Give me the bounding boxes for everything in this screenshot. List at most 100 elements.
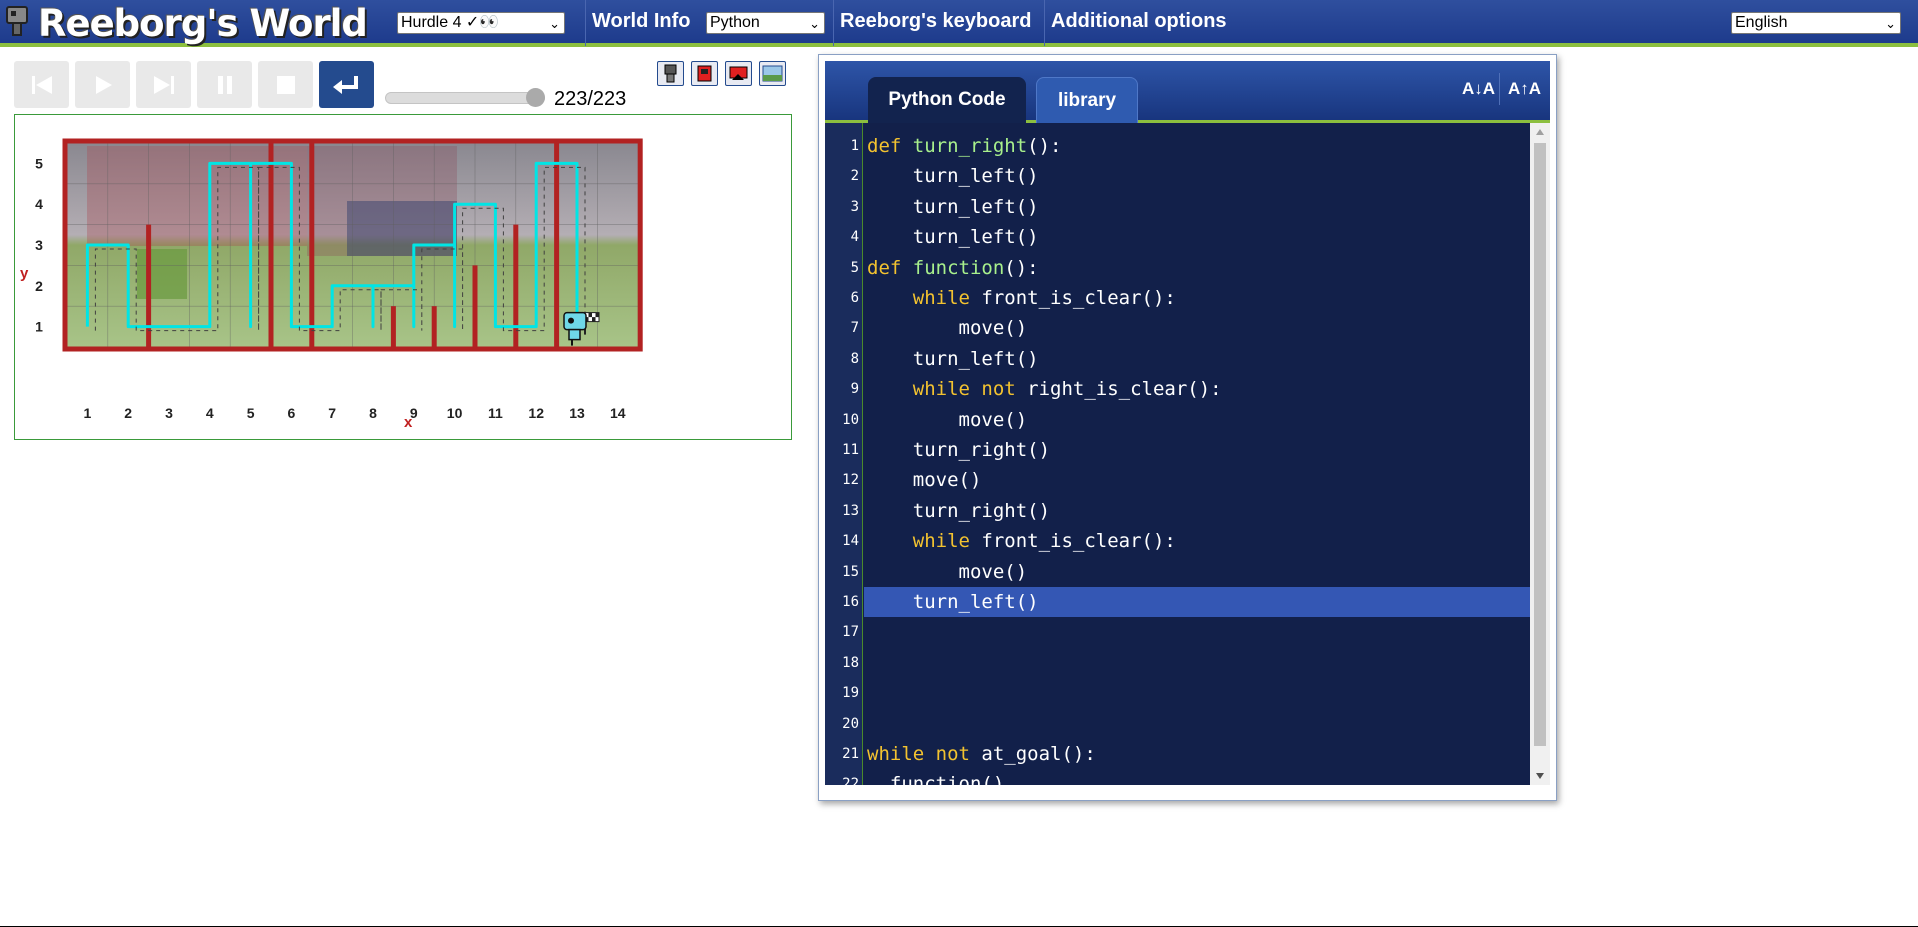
robot-model-button[interactable] [657, 61, 684, 86]
tab-python-code[interactable]: Python Code [868, 77, 1026, 123]
code-text: turn_left() [867, 165, 1039, 188]
code-line: function() [867, 769, 1004, 785]
pause-button[interactable] [197, 61, 252, 108]
reeborg-keyboard-button[interactable]: Reeborg's keyboard [840, 10, 1031, 33]
stop-button[interactable] [258, 61, 313, 108]
goal-flag-check [588, 312, 592, 318]
x-tick-label: 2 [124, 405, 132, 421]
code-keyword: def [867, 135, 913, 157]
step-counter: 223/223 [554, 88, 627, 110]
line-number: 2 [850, 168, 859, 185]
additional-options-button[interactable]: Additional options [1051, 10, 1227, 33]
robot-icon [664, 64, 677, 83]
editor-scrollbar-thumb[interactable] [1534, 143, 1546, 746]
line-number: 21 [842, 746, 859, 762]
x-tick-label: 14 [610, 405, 626, 421]
menu-divider [1044, 0, 1045, 46]
code-text: front_is_clear(): [981, 530, 1176, 553]
code-function-name: function [912, 256, 1005, 279]
play-icon [96, 76, 112, 94]
code-text: move() [867, 469, 982, 492]
line-number: 16 [842, 594, 859, 610]
code-text: turn_left() [867, 195, 1039, 218]
run-button[interactable] [75, 61, 130, 108]
line-number: 13 [842, 502, 859, 519]
x-tick-label: 8 [369, 405, 377, 421]
chevron-down-icon: ⌄ [549, 16, 560, 31]
line-number: 8 [850, 350, 859, 367]
menu-divider [585, 0, 586, 46]
line-number: 18 [842, 654, 859, 671]
robot-body-icon [568, 328, 581, 341]
x-tick-label: 7 [328, 405, 336, 421]
x-tick-label: 5 [247, 405, 255, 421]
code-text: front_is_clear(): [981, 287, 1176, 309]
reload-button[interactable] [319, 61, 374, 108]
code-line: turn_left() [867, 587, 1039, 617]
code-keyword: while [912, 287, 982, 309]
y-tick-label: 5 [35, 155, 43, 171]
code-line: while not at_goal(): [867, 739, 1096, 769]
programming-language-select[interactable]: Python ⌄ [706, 12, 825, 34]
code-line: turn_left() [867, 161, 1039, 191]
step-back-icon [32, 76, 52, 94]
x-tick-label: 3 [165, 405, 173, 421]
world-select-value: Hurdle 4 ✓👀 [401, 14, 500, 31]
speed-slider-track[interactable] [385, 92, 545, 104]
world-info-button[interactable]: World Info [592, 10, 691, 33]
line-number: 4 [850, 229, 859, 246]
code-line: move() [867, 465, 982, 495]
y-tick-label: 4 [35, 196, 43, 212]
y-tick-label: 3 [35, 237, 43, 253]
code-text: turn_right() [867, 499, 1051, 522]
return-arrow-icon [333, 76, 358, 94]
ui-language-select[interactable]: English ⌄ [1731, 12, 1901, 34]
highlight-button[interactable] [691, 61, 718, 86]
language-select-value: Python [710, 14, 760, 31]
editor-header: Python Code library A↓A A↑A [825, 61, 1550, 123]
world-canvas[interactable]: 1 2 3 4 5 6 7 8 9 10 11 12 13 14 1 2 3 4 5 y x [14, 114, 792, 440]
line-number: 20 [842, 715, 859, 732]
line-number: 10 [842, 411, 859, 428]
x-tick-label: 13 [569, 405, 585, 421]
world-select[interactable]: Hurdle 4 ✓👀 ⌄ [397, 12, 565, 34]
line-number: 9 [850, 381, 859, 398]
line-number: 17 [842, 624, 859, 641]
code-editor[interactable]: 1 2 3 4 5 6 7 8 9 10 11 12 13 14 15 16 17 18 19 20 21 22 def … [825, 123, 1530, 785]
menu-divider [833, 0, 834, 46]
reeborg-logo-icon [6, 6, 28, 36]
world-editor-button[interactable] [725, 61, 752, 86]
line-number: 7 [850, 320, 859, 337]
world-view-button[interactable] [759, 61, 786, 86]
code-keyword: while not [867, 743, 982, 765]
edit-world-icon [729, 66, 748, 80]
speed-slider-handle[interactable] [526, 88, 545, 107]
code-editor-window: Python Code library A↓A A↑A 1 2 3 4 5 6 7 8 9 10 1… [818, 54, 1557, 801]
goal-flag-check [592, 317, 596, 322]
reverse-step-button[interactable] [14, 61, 69, 108]
code-text: move() [867, 408, 1028, 431]
world-grid: 1 2 3 4 5 6 7 8 9 10 11 12 13 1412345 y x [20, 138, 643, 431]
step-button[interactable] [136, 61, 191, 108]
y-axis-label: y [20, 265, 29, 282]
font-button-divider [1499, 73, 1500, 105]
code-line: move() [867, 405, 1028, 435]
decrease-font-button[interactable]: A↓A [1462, 79, 1495, 99]
code-line: turn_left() [867, 344, 1039, 374]
app-title: Reeborg's World [38, 2, 368, 45]
code-text: at_goal(): [981, 743, 1096, 765]
tab-library[interactable]: library [1036, 77, 1138, 123]
top-navbar: Reeborg's World Hurdle 4 ✓👀 ⌄ World Info… [0, 0, 1918, 47]
code-line: def function(): [867, 253, 1039, 283]
goal-flag-check [595, 312, 599, 318]
code-line: turn_right() [867, 496, 1050, 526]
line-number-gutter: 1 2 3 4 5 6 7 8 9 10 11 12 13 14 15 16 17 18 19 20 21 22 [825, 123, 863, 785]
code-text: turn_right() [867, 439, 1051, 461]
line-number: 19 [842, 685, 859, 702]
code-keyword: while [912, 530, 982, 553]
code-text: move() [867, 560, 1028, 583]
robot-head-icon [563, 311, 587, 331]
increase-font-button[interactable]: A↑A [1508, 79, 1541, 99]
